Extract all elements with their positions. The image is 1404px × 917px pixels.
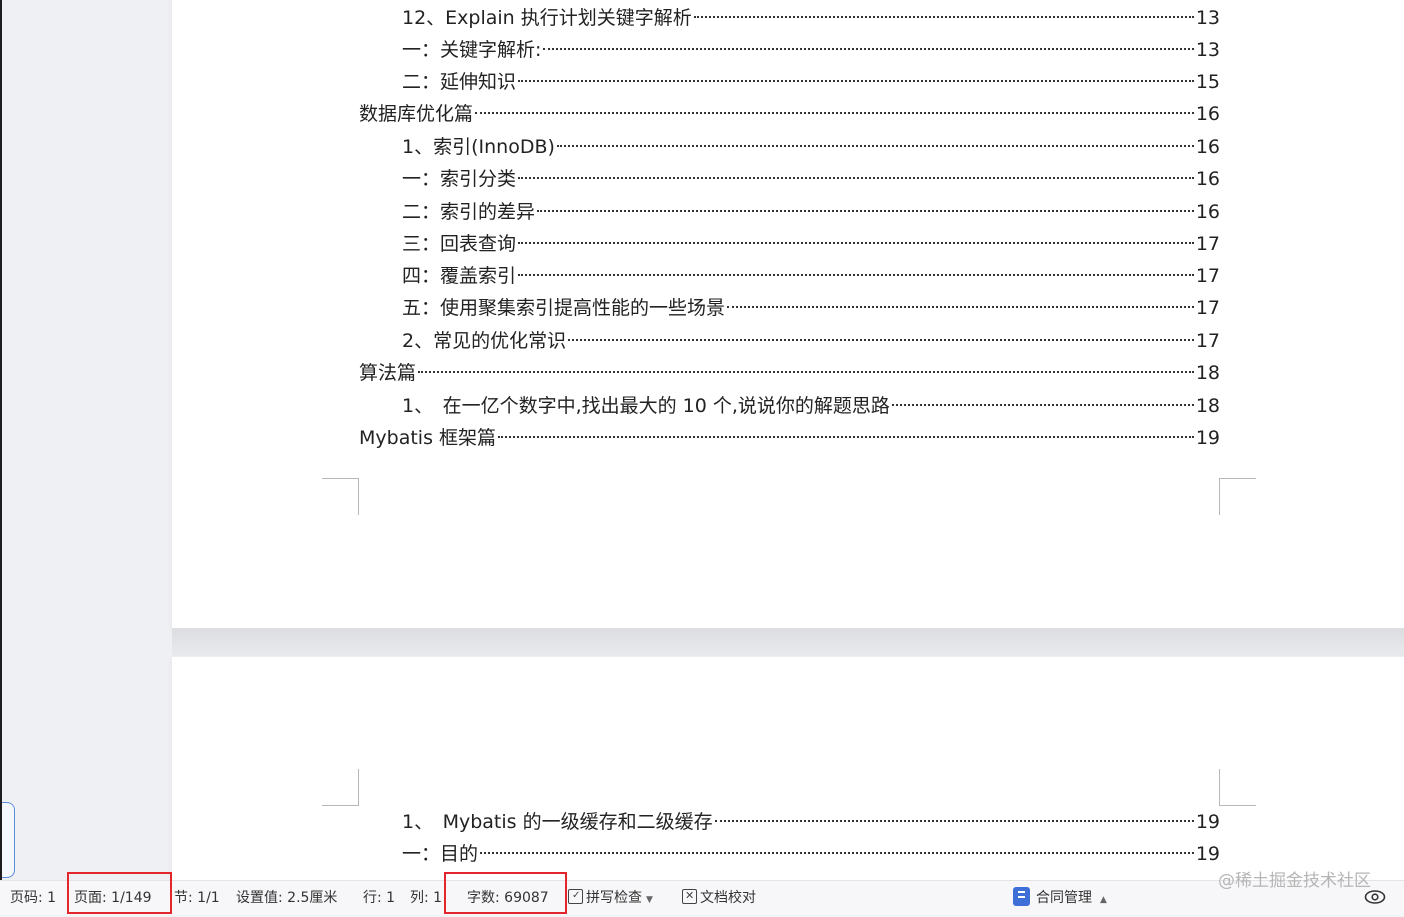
toc-leader-dots: [498, 436, 1194, 438]
toc-leader-dots: [714, 820, 1194, 822]
toc-page-number: 16: [1195, 136, 1220, 158]
contract-label: 合同管理: [1036, 890, 1092, 906]
highlight-box-page-count: [67, 872, 172, 914]
toc-entry-text: 1、 Mybatis 的一级缓存和二级缓存: [402, 811, 713, 833]
toc-page-number: 18: [1195, 395, 1220, 417]
contract-icon: [1013, 887, 1030, 906]
toc-leader-dots: [891, 404, 1194, 406]
toc-entry-text: 一：目的: [402, 843, 479, 865]
toc-entry[interactable]: 二：延伸知识 15: [402, 67, 1220, 97]
toc-entry[interactable]: 一：目的 19: [402, 839, 1220, 869]
toc-entry-text: 1、 在一亿个数字中,找出最大的 10 个,说说你的解题思路: [402, 395, 890, 417]
navigation-pane-handle[interactable]: [2, 802, 15, 878]
status-column[interactable]: 列: 1: [410, 881, 442, 915]
chevron-down-icon: ▼: [646, 895, 653, 905]
toc-leader-dots: [543, 48, 1194, 50]
spell-check-button[interactable]: ✓ 拼写检查 ▼: [568, 881, 653, 915]
toc-leader-dots: [727, 306, 1194, 308]
toc-entry-text: 12、Explain 执行计划关键字解析: [402, 7, 692, 29]
toc-page-number: 17: [1195, 297, 1220, 319]
toc-leader-dots: [518, 177, 1194, 179]
status-section[interactable]: 节: 1/1: [174, 881, 220, 915]
toc-page-number: 16: [1195, 103, 1220, 125]
toc-entry[interactable]: 数据库优化篇 16: [359, 99, 1220, 129]
contract-management-button[interactable]: 合同管理 ▲: [1013, 881, 1107, 915]
watermark-text: @稀土掘金技术社区: [1218, 871, 1371, 891]
toc-entry-text: 二：索引的差异: [402, 201, 536, 223]
toc-entry-text: 四：覆盖索引: [402, 265, 517, 287]
highlight-box-word-count: [444, 872, 567, 914]
spellcheck-icon: ✓: [568, 889, 583, 904]
margin-corner-mark: [322, 478, 359, 515]
toc-page-number: 15: [1195, 71, 1220, 93]
status-page-code[interactable]: 页码: 1: [10, 881, 56, 915]
page-gap: [172, 628, 1404, 656]
toc-page-number: 18: [1195, 362, 1220, 384]
toc-leader-dots: [518, 274, 1194, 276]
status-row[interactable]: 行: 1: [363, 881, 395, 915]
toc-entry[interactable]: 12、Explain 执行计划关键字解析 13: [402, 3, 1220, 33]
toc-page-number: 19: [1195, 843, 1220, 865]
toc-entry[interactable]: 1、索引(InnoDB) 16: [402, 132, 1220, 162]
toc-page-number: 17: [1195, 233, 1220, 255]
toc-entry[interactable]: 二：索引的差异 16: [402, 197, 1220, 227]
toc-page-number: 17: [1195, 265, 1220, 287]
document-workspace[interactable]: 12、Explain 执行计划关键字解析 13 一：关键字解析: 13 二：延伸知识…: [0, 0, 1404, 880]
toc-entry[interactable]: 2、常见的优化常识 17: [402, 326, 1220, 356]
toc-entry-text: 一：关键字解析:: [402, 39, 542, 61]
toc-page-number: 19: [1195, 811, 1220, 833]
toc-entry-text: Mybatis 框架篇: [359, 427, 497, 449]
toc-leader-dots: [475, 112, 1194, 114]
toc-page-number: 13: [1195, 7, 1220, 29]
toc-leader-dots: [693, 16, 1194, 18]
toc-entry-text: 算法篇: [359, 362, 417, 384]
doc-proof-icon: ✕: [682, 889, 697, 904]
toc-page-number: 16: [1195, 201, 1220, 223]
toc-page-number: 16: [1195, 168, 1220, 190]
toc-leader-dots: [537, 210, 1194, 212]
toc-page-number: 13: [1195, 39, 1220, 61]
toc-entry[interactable]: 1、 Mybatis 的一级缓存和二级缓存 19: [402, 807, 1220, 837]
chevron-up-icon: ▲: [1100, 895, 1107, 905]
toc-entry[interactable]: 三：回表查询 17: [402, 229, 1220, 259]
toc-entry-text: 一：索引分类: [402, 168, 517, 190]
toc-entry[interactable]: 四：覆盖索引 17: [402, 261, 1220, 291]
toc-entry[interactable]: 算法篇 18: [359, 358, 1220, 388]
toc-leader-dots: [556, 145, 1194, 147]
toc-leader-dots: [480, 852, 1194, 854]
toc-entry[interactable]: 五：使用聚集索引提高性能的一些场景 17: [402, 293, 1220, 323]
doc-proof-button[interactable]: ✕ 文档校对: [682, 881, 756, 915]
spell-check-label: 拼写检查: [586, 890, 642, 906]
margin-corner-mark: [1219, 769, 1256, 806]
window-left-edge: [0, 0, 2, 880]
toc-entry[interactable]: 一：关键字解析: 13: [402, 35, 1220, 65]
toc-entry-text: 数据库优化篇: [359, 103, 474, 125]
toc-entry-text: 2、常见的优化常识: [402, 330, 567, 352]
toc-entry-text: 1、索引(InnoDB): [402, 136, 555, 158]
toc-leader-dots: [418, 371, 1194, 373]
toc-entry[interactable]: Mybatis 框架篇 19: [359, 423, 1220, 453]
toc-page-number: 17: [1195, 330, 1220, 352]
toc-entry[interactable]: 一：索引分类 16: [402, 164, 1220, 194]
toc-entry-text: 五：使用聚集索引提高性能的一些场景: [402, 297, 726, 319]
toc-leader-dots: [568, 339, 1194, 341]
toc-leader-dots: [518, 242, 1194, 244]
toc-leader-dots: [518, 80, 1194, 82]
toc-entry-text: 二：延伸知识: [402, 71, 517, 93]
margin-corner-mark: [322, 769, 359, 806]
doc-proof-label: 文档校对: [700, 890, 756, 906]
toc-entry-text: 三：回表查询: [402, 233, 517, 255]
status-setting-value[interactable]: 设置值: 2.5厘米: [236, 881, 337, 915]
margin-corner-mark: [1219, 478, 1256, 515]
toc-page-number: 19: [1195, 427, 1220, 449]
toc-entry[interactable]: 1、 在一亿个数字中,找出最大的 10 个,说说你的解题思路 18: [402, 391, 1220, 421]
status-bar: 页码: 1 页面: 1/149 节: 1/1 设置值: 2.5厘米 行: 1 列…: [0, 880, 1404, 915]
